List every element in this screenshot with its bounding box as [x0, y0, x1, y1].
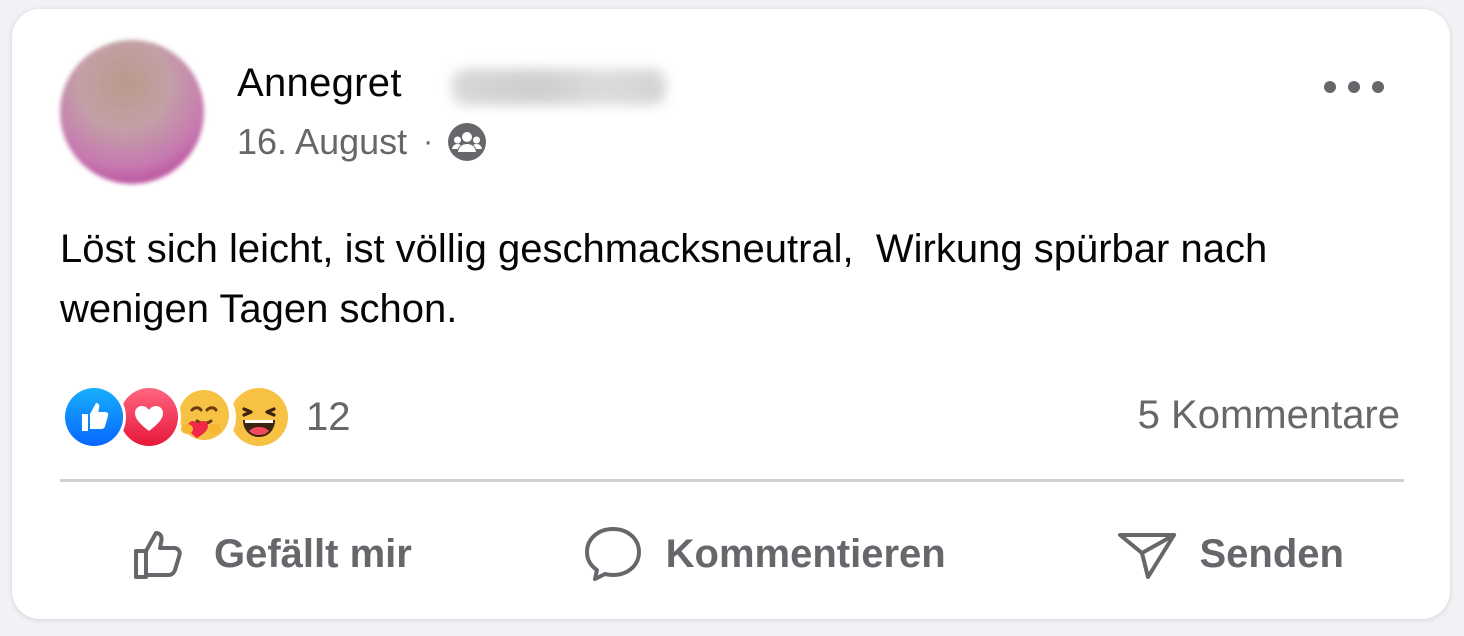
- thumbs-up-icon: [134, 531, 182, 579]
- author-name[interactable]: Annegret: [237, 61, 402, 106]
- group-audience-icon[interactable]: [447, 122, 487, 162]
- reactions-summary[interactable]: 12: [62, 385, 351, 449]
- divider: [60, 479, 1404, 482]
- care-reaction-icon: [172, 385, 236, 449]
- comment-button[interactable]: Kommentieren: [582, 523, 946, 585]
- haha-reaction-icon: [227, 385, 291, 449]
- like-reaction-icon: [62, 385, 126, 449]
- like-label: Gefällt mir: [214, 531, 412, 576]
- post-text: Löst sich leicht, ist völlig geschmacksn…: [60, 227, 1279, 331]
- author-surname-redacted: [452, 69, 666, 105]
- post-date[interactable]: 16. August: [237, 121, 407, 163]
- speech-bubble-icon: [584, 527, 641, 581]
- more-dot: [1324, 81, 1336, 93]
- love-reaction-icon: [117, 385, 181, 449]
- comments-count-link[interactable]: 5 Kommentare: [1138, 393, 1400, 438]
- comment-label: Kommentieren: [665, 531, 946, 576]
- more-options-icon[interactable]: [1324, 69, 1384, 105]
- post-meta: 16. August ·: [237, 121, 487, 163]
- author-avatar[interactable]: [60, 40, 204, 184]
- send-label: Senden: [1199, 531, 1344, 576]
- action-bar: Gefällt mir Kommentieren Senden: [60, 499, 1404, 609]
- reaction-count: 12: [306, 394, 351, 439]
- more-dot: [1372, 81, 1384, 93]
- send-button[interactable]: Senden: [1116, 523, 1344, 585]
- like-button[interactable]: Gefällt mir: [130, 523, 412, 585]
- meta-separator: ·: [423, 125, 434, 158]
- post-card: Annegret 16. August · Löst sich leicht, …: [12, 9, 1450, 619]
- more-dot: [1348, 81, 1360, 93]
- send-icon: [1117, 533, 1176, 579]
